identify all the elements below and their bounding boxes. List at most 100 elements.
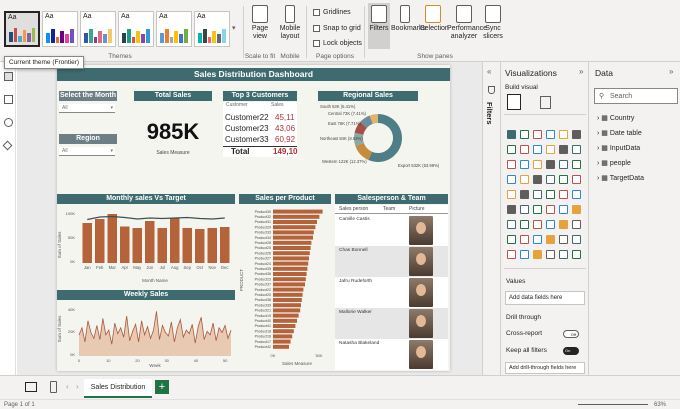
monthly-bar[interactable] — [195, 229, 205, 263]
visual-type-icon[interactable] — [533, 235, 542, 244]
visual-type-icon[interactable] — [572, 175, 581, 184]
data-search-box[interactable]: ⚲ Search — [594, 88, 678, 104]
visual-type-icon[interactable] — [559, 190, 568, 199]
visual-type-icon[interactable] — [546, 145, 555, 154]
visual-type-icon[interactable] — [572, 220, 581, 229]
product-bar[interactable] — [273, 214, 320, 219]
visual-type-icon[interactable] — [546, 130, 555, 139]
salesperson-row[interactable]: Chas Bonnell — [335, 246, 448, 277]
visual-type-icon[interactable] — [572, 130, 581, 139]
visual-type-icon[interactable] — [520, 205, 529, 214]
table-item-inputdata[interactable]: › ▦ InputData — [597, 144, 640, 152]
visual-type-icon[interactable] — [507, 220, 516, 229]
product-bar[interactable] — [273, 308, 301, 313]
visual-type-icon[interactable] — [533, 205, 542, 214]
visual-type-icon[interactable] — [546, 205, 555, 214]
filters-pane-button[interactable]: Filters — [368, 3, 390, 49]
salesperson-row[interactable]: Jafru Rudeforth — [335, 277, 448, 308]
visual-type-icon[interactable] — [546, 175, 555, 184]
salesperson-row[interactable]: Camille Castis — [335, 215, 448, 246]
visual-type-icon[interactable] — [507, 235, 516, 244]
page-tab-sales-distribution[interactable]: Sales Distribution — [84, 379, 152, 398]
theme-swatch-6[interactable]: Aa — [194, 11, 230, 47]
performance-analyzer-button[interactable]: Performance analyzer — [447, 5, 487, 41]
snap-to-grid-checkbox[interactable]: Snap to grid — [313, 25, 361, 32]
visual-type-icon[interactable] — [559, 175, 568, 184]
visual-type-icon[interactable] — [546, 235, 555, 244]
product-bar[interactable] — [273, 266, 308, 271]
product-bar[interactable] — [273, 313, 299, 318]
visual-type-icon[interactable] — [572, 235, 581, 244]
theme-swatch-3[interactable]: Aa — [80, 11, 116, 47]
monthly-bar[interactable] — [82, 223, 93, 263]
model-view-icon[interactable] — [4, 118, 13, 127]
monthly-bar[interactable] — [95, 219, 105, 263]
visual-type-icon[interactable] — [559, 145, 568, 154]
visual-type-icon[interactable] — [572, 250, 581, 259]
visual-type-icon[interactable] — [520, 130, 529, 139]
product-bar[interactable] — [273, 209, 323, 214]
product-bar[interactable] — [273, 324, 296, 328]
visual-type-icon[interactable] — [507, 145, 516, 154]
product-bar[interactable] — [273, 277, 306, 282]
visual-type-icon[interactable] — [533, 250, 542, 259]
product-bar[interactable] — [273, 339, 291, 344]
visual-type-icon[interactable] — [520, 220, 529, 229]
salesperson-row[interactable]: Mallorie Walker — [335, 308, 448, 339]
bookmarks-button[interactable]: Bookmarks — [391, 5, 426, 33]
month-slicer-dropdown[interactable]: All — [59, 104, 115, 113]
collapse-viz-icon[interactable]: » — [579, 67, 583, 76]
zoom-slider[interactable] — [578, 404, 648, 405]
table-item-country[interactable]: › ▦ Country — [597, 114, 634, 122]
visual-type-icon[interactable] — [520, 190, 529, 199]
theme-swatch-4[interactable]: Aa — [118, 11, 154, 47]
lock-objects-checkbox[interactable]: Lock objects — [313, 40, 362, 47]
product-bar[interactable] — [273, 256, 309, 261]
visual-type-icon[interactable] — [520, 250, 529, 259]
product-bar[interactable] — [273, 230, 314, 235]
product-bar[interactable] — [273, 298, 302, 302]
product-bar[interactable] — [273, 225, 316, 230]
visual-type-icon[interactable] — [507, 175, 516, 184]
visual-type-icon[interactable] — [533, 145, 542, 154]
visual-type-icon[interactable] — [546, 220, 555, 229]
monthly-bar[interactable] — [157, 228, 168, 263]
product-bar[interactable] — [273, 235, 313, 240]
product-bar[interactable] — [273, 240, 312, 245]
visual-type-icon[interactable] — [533, 220, 542, 229]
phone-view-icon[interactable] — [50, 381, 57, 393]
product-bar[interactable] — [273, 292, 303, 297]
visual-type-icon[interactable] — [507, 160, 516, 169]
region-slicer-dropdown[interactable]: All — [59, 147, 115, 156]
theme-swatch-5[interactable]: Aa — [156, 11, 192, 47]
desktop-view-icon[interactable] — [25, 382, 37, 392]
visual-type-icon[interactable] — [559, 160, 568, 169]
report-view-icon[interactable] — [4, 72, 13, 81]
product-bar[interactable] — [273, 287, 304, 292]
values-drop-zone[interactable]: Add data fields here — [505, 291, 585, 305]
visual-type-icon[interactable] — [533, 190, 542, 199]
visual-type-icon[interactable] — [572, 190, 581, 199]
mobile-layout-button[interactable]: Mobile layout — [279, 5, 301, 41]
visual-type-icon[interactable] — [533, 130, 542, 139]
product-bar[interactable] — [273, 344, 289, 349]
selection-button[interactable]: Selection — [420, 5, 449, 33]
table-view-icon[interactable] — [4, 95, 13, 104]
theme-swatch-2[interactable]: Aa — [42, 11, 78, 47]
product-bar[interactable] — [273, 318, 297, 323]
visual-type-icon[interactable] — [572, 205, 581, 214]
filters-pane-collapsed[interactable]: « Filters — [482, 62, 500, 375]
visual-type-icon[interactable] — [546, 250, 555, 259]
monthly-bar[interactable] — [145, 221, 155, 263]
visual-type-icon[interactable] — [559, 250, 568, 259]
add-page-button[interactable]: + — [155, 380, 169, 394]
visual-type-icon[interactable] — [559, 205, 568, 214]
visual-type-icon[interactable] — [520, 160, 529, 169]
gridlines-checkbox[interactable]: Gridlines — [313, 9, 351, 16]
salesperson-row[interactable]: Natasha Blakeland — [335, 339, 448, 370]
monthly-bar[interactable] — [182, 228, 193, 263]
visual-type-icon[interactable] — [572, 160, 581, 169]
visual-type-icon[interactable] — [520, 175, 529, 184]
page-view-button[interactable]: Page view — [247, 5, 273, 41]
themes-expand-icon[interactable]: ▾ — [232, 24, 236, 32]
